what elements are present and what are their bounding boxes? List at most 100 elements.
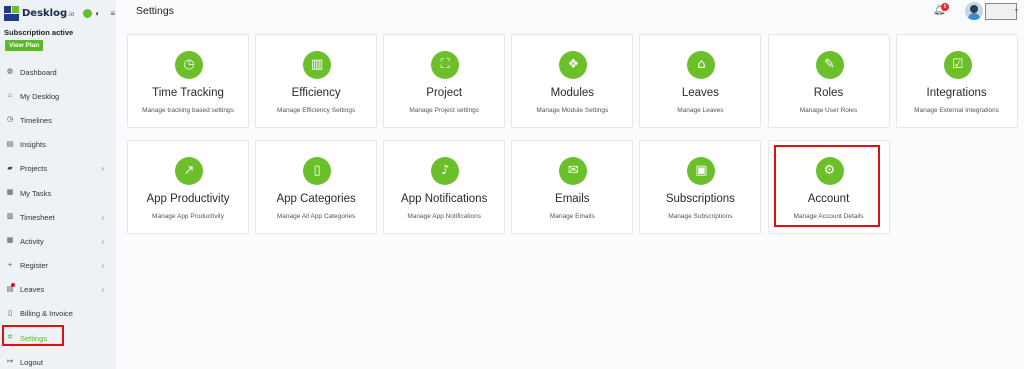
bell-icon: ♪ (431, 157, 460, 185)
settings-card-app-notifications[interactable]: ♪ App Notifications Manage App Notificatio… (383, 140, 506, 234)
leaves-icon: ▤ (6, 285, 14, 293)
hamburger-menu-icon[interactable]: ≡ (110, 9, 115, 18)
card-title: App Notifications (401, 193, 488, 205)
card-title: Emails (555, 193, 590, 205)
card-description: Manage Subscriptions (668, 213, 733, 220)
sidebar-item-label: Leaves (20, 285, 45, 295)
sidebar-item-label: Logout (20, 357, 43, 367)
desklog-logo-icon (4, 5, 19, 21)
sidebar-item-label: My Tasks (20, 188, 52, 198)
sidebar-item-insights[interactable]: ▤ Insights (0, 133, 116, 157)
card-description: Manage Module Settings (536, 107, 609, 114)
card-title: Time Tracking (152, 87, 224, 99)
settings-card-subscriptions[interactable]: ▣ Subscriptions Manage Subscriptions (639, 140, 762, 234)
insights-icon: ▤ (6, 140, 14, 148)
cubes-icon: ❖ (559, 51, 588, 79)
card-title: Efficiency (291, 87, 341, 99)
settings-card-app-categories[interactable]: ▯ App Categories Manage All App Categories (255, 140, 378, 234)
chevron-right-icon: › (101, 164, 104, 174)
projects-icon: ▰ (7, 164, 13, 172)
sidebar-item-logout[interactable]: ↦ Logout (0, 350, 116, 369)
sidebar-item-label: Insights (20, 140, 46, 150)
settings-card-leaves[interactable]: ⌂ Leaves Manage Leaves (639, 34, 762, 128)
sidebar-item-label: Register (20, 261, 48, 271)
view-plan-button[interactable]: View Plan (5, 40, 44, 51)
card-title: Roles (813, 87, 844, 99)
home-icon: ⌂ (7, 92, 13, 100)
username-redacted[interactable] (985, 3, 1017, 20)
settings-card-efficiency[interactable]: ▥ Efficiency Manage Efficiency Settings (255, 34, 378, 128)
sidebar-item-register[interactable]: + Register › (0, 254, 116, 278)
card-title: Project (426, 87, 463, 99)
sidebar-item-label: Timelines (20, 115, 52, 125)
activity-icon: ▦ (6, 237, 14, 245)
house-icon: ⌂ (687, 51, 716, 79)
logout-icon: ↦ (7, 358, 13, 366)
timesheet-icon: ▥ (6, 213, 14, 221)
card-description: Manage Project settings (409, 107, 480, 114)
sidebar-item-label: Activity (20, 236, 44, 246)
sidebar-item-billing-invoice[interactable]: ▯ Billing & Invoice (0, 302, 116, 326)
chevron-right-icon: › (101, 285, 104, 295)
check-square-icon: ☑ (943, 51, 972, 79)
sidebar-nav: ◍ Dashboard ⌂ My Desklog ◷ Timelines ▤ Insights… (0, 60, 116, 369)
chevron-down-icon[interactable]: ▾ (1015, 7, 1018, 14)
avatar[interactable] (965, 2, 983, 20)
card-description: Manage Emails (549, 213, 595, 220)
settings-highlight-box (2, 325, 64, 346)
wrench-icon: ✎ (815, 51, 844, 79)
clock-icon: ◷ (175, 51, 203, 79)
sidebar-item-label: Billing & Invoice (20, 309, 73, 319)
mobile-icon: ▯ (303, 157, 332, 185)
sidebar-item-leaves[interactable]: ▤ Leaves › (0, 278, 116, 302)
settings-card-integrations[interactable]: ☑ Integrations Manage External Integration… (895, 34, 1018, 128)
notification-badge: 8 (941, 3, 949, 11)
sidebar-item-activity[interactable]: ▦ Activity › (0, 229, 116, 253)
brand[interactable]: Desklog.io ◐ ≡ (4, 4, 115, 22)
chevron-right-icon: › (101, 212, 104, 222)
sidebar-item-timelines[interactable]: ◷ Timelines (0, 108, 116, 132)
sidebar-item-label: Projects (20, 164, 48, 174)
moon-icon[interactable]: ◐ (95, 9, 104, 18)
plus-icon: + (7, 261, 13, 269)
card-description: Manage External Integrations (914, 107, 1000, 114)
billing-icon: ▯ (8, 309, 12, 317)
card-title: App Categories (276, 193, 356, 205)
sidebar-item-label: Timesheet (20, 212, 55, 222)
sidebar-item-label: My Desklog (20, 91, 60, 101)
brand-name: Desklog.io (22, 7, 75, 19)
chevron-right-icon: › (101, 236, 104, 246)
chevron-right-icon: › (101, 261, 104, 271)
subscription-status: Subscription active (4, 28, 74, 37)
envelope-icon: ✉ (559, 157, 588, 185)
card-description: Manage All App Categories (276, 213, 356, 220)
dashboard-icon: ◍ (6, 68, 14, 76)
sidebar-item-my-tasks[interactable]: ▦ My Tasks (0, 181, 116, 205)
clock-icon: ◷ (6, 116, 14, 124)
settings-card-modules[interactable]: ❖ Modules Manage Module Settings (511, 34, 634, 128)
card-title: Modules (550, 87, 595, 99)
sidebar-item-timesheet[interactable]: ▥ Timesheet › (0, 205, 116, 229)
card-description: Manage App Productivity (152, 213, 224, 220)
leaves-notification-dot (11, 282, 15, 287)
card-description: Manage User Roles (799, 107, 858, 114)
card-title: Subscriptions (665, 193, 735, 205)
hierarchy-icon: ⛶ (431, 51, 460, 79)
status-dot-icon[interactable] (83, 8, 93, 18)
card-description: Manage Efficiency Settings (276, 107, 356, 114)
settings-card-emails[interactable]: ✉ Emails Manage Emails (511, 140, 634, 234)
sidebar-item-dashboard[interactable]: ◍ Dashboard (0, 60, 116, 84)
account-highlight-box (774, 145, 880, 227)
page-title: Settings (136, 5, 174, 17)
card-title: Integrations (926, 87, 987, 99)
sidebar-item-label: Dashboard (20, 67, 57, 77)
card-description: Manage Leaves (677, 107, 724, 114)
sidebar-item-projects[interactable]: ▰ Projects › (0, 157, 116, 181)
bar-chart-icon: ▥ (303, 51, 332, 79)
settings-card-app-productivity[interactable]: ↗ App Productivity Manage App Productivity (127, 140, 249, 234)
sidebar: Desklog.io ◐ ≡ Subscription active View … (0, 0, 116, 369)
settings-card-time-tracking[interactable]: ◷ Time Tracking Manage tracking based sett… (127, 34, 249, 128)
sidebar-item-my-desklog[interactable]: ⌂ My Desklog (0, 84, 116, 108)
settings-card-project[interactable]: ⛶ Project Manage Project settings (383, 34, 506, 128)
settings-card-roles[interactable]: ✎ Roles Manage User Roles (767, 34, 890, 128)
